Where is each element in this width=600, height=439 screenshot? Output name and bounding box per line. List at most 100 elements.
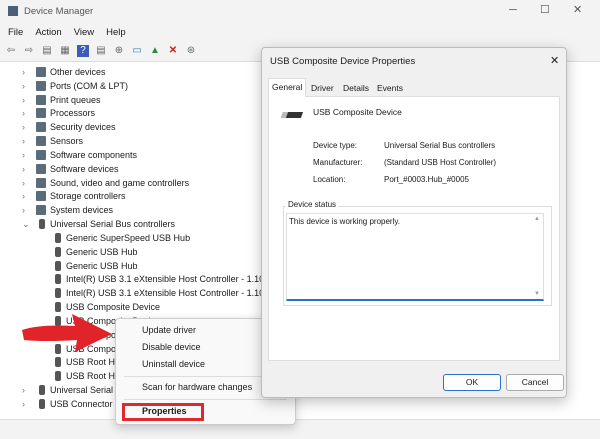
tree-item-label: Intel(R) USB 3.1 eXtensible Host Control…: [66, 288, 265, 299]
device-category-icon: [36, 80, 46, 91]
device-name: USB Composite Device: [313, 107, 402, 117]
tree-item-device[interactable]: Generic SuperSpeed USB Hub: [0, 231, 260, 245]
tree-item-category[interactable]: › System devices: [0, 203, 260, 217]
expand-icon[interactable]: ›: [22, 134, 30, 148]
tree-item-category[interactable]: › Software components: [0, 148, 260, 162]
device-category-icon: [36, 163, 46, 174]
forward-icon[interactable]: ⇨: [23, 45, 35, 57]
tree-item-label: Storage controllers: [50, 191, 126, 202]
device-category-icon: [36, 177, 46, 188]
close-icon[interactable]: ✕: [550, 54, 559, 67]
tree-item-category[interactable]: › Security devices: [0, 120, 260, 134]
dialog-title: USB Composite Device Properties: [270, 56, 416, 67]
collapse-icon[interactable]: ⌄: [22, 217, 30, 231]
menu-action[interactable]: Action: [35, 27, 61, 38]
back-icon[interactable]: ⇦: [5, 45, 17, 57]
expand-icon[interactable]: ›: [22, 120, 30, 134]
tree-item-label: USB Connector: [50, 398, 113, 409]
enable-icon[interactable]: ▲: [149, 45, 161, 57]
expand-icon[interactable]: ›: [22, 93, 30, 107]
view-icon[interactable]: ▤: [95, 45, 107, 57]
expand-icon[interactable]: ›: [22, 162, 30, 176]
usb-icon: [39, 219, 45, 230]
tree-item-label: USB Root H: [66, 371, 116, 382]
location-label: Location:: [313, 175, 346, 184]
show-hide-icon[interactable]: ▤: [41, 45, 53, 57]
expand-icon[interactable]: ›: [22, 106, 30, 120]
tree-item-label: Processors: [50, 108, 96, 119]
menu-item-uninstall-device[interactable]: Uninstall device: [142, 359, 205, 369]
tree-item-category[interactable]: › Other devices: [0, 65, 260, 79]
usb-icon: [55, 288, 61, 299]
properties-icon[interactable]: ▦: [59, 45, 71, 57]
device-category-icon: [36, 149, 46, 160]
update-icon[interactable]: ⊛: [185, 45, 197, 57]
usb-icon: [55, 274, 61, 285]
tree-item-device[interactable]: Intel(R) USB 3.1 eXtensible Host Control…: [0, 286, 264, 300]
location-value: Port_#0003.Hub_#0005: [384, 175, 469, 184]
device-category-icon: [36, 191, 46, 202]
device-category-icon: [36, 136, 46, 147]
tree-item-label: Generic USB Hub: [66, 246, 138, 257]
scroll-down-icon[interactable]: ▼: [534, 291, 540, 297]
menu-item-scan-hardware[interactable]: Scan for hardware changes: [142, 382, 252, 392]
scroll-up-icon[interactable]: ▲: [534, 216, 540, 222]
help-icon[interactable]: ?: [77, 44, 89, 57]
tree-item-category[interactable]: › Sound, video and game controllers: [0, 176, 260, 190]
tree-item-label: Sensors: [50, 136, 84, 147]
tree-item-category[interactable]: › Print queues: [0, 93, 260, 107]
expand-icon[interactable]: ›: [22, 397, 30, 411]
device-status-textbox[interactable]: This device is working properly. ▲ ▼: [286, 213, 544, 301]
maximize-button[interactable]: ☐: [540, 3, 550, 16]
tab-driver[interactable]: Driver: [308, 80, 337, 96]
tree-item-category[interactable]: › Ports (COM & LPT): [0, 79, 260, 93]
tree-item-label: Security devices: [50, 122, 116, 133]
device-category-icon: [36, 108, 46, 119]
device-type-label: Device type:: [313, 141, 358, 150]
cancel-button[interactable]: Cancel: [506, 374, 564, 391]
expand-icon[interactable]: ›: [22, 189, 30, 203]
tree-item-label: Software devices: [50, 163, 119, 174]
expand-icon[interactable]: ›: [22, 203, 30, 217]
menu-item-update-driver[interactable]: Update driver: [142, 325, 196, 335]
tree-item-device[interactable]: Generic USB Hub: [0, 245, 260, 259]
usb-icon: [39, 385, 45, 396]
menu-file[interactable]: File: [8, 27, 23, 38]
close-button[interactable]: ✕: [573, 3, 582, 16]
tree-item-label: Universal Serial Bus controllers: [50, 219, 176, 230]
tree-item-device[interactable]: Intel(R) USB 3.1 eXtensible Host Control…: [0, 272, 264, 286]
expand-icon[interactable]: ›: [22, 148, 30, 162]
device-category-icon: [36, 122, 46, 133]
tree-item-device[interactable]: Generic USB Hub: [0, 259, 260, 273]
expand-icon[interactable]: ›: [22, 383, 30, 397]
tree-item-category[interactable]: › Sensors: [0, 134, 260, 148]
menu-help[interactable]: Help: [106, 27, 126, 38]
tree-item-category[interactable]: ⌄ Universal Serial Bus controllers: [0, 217, 260, 231]
menu-item-properties[interactable]: Properties: [142, 406, 187, 416]
tree-item-category[interactable]: › Storage controllers: [0, 189, 260, 203]
menu-item-disable-device[interactable]: Disable device: [142, 342, 201, 352]
scan-icon[interactable]: ⊕: [113, 45, 125, 57]
tab-details[interactable]: Details: [340, 80, 372, 96]
expand-icon[interactable]: ›: [22, 176, 30, 190]
tab-general[interactable]: General: [268, 78, 307, 97]
monitor-icon[interactable]: ▭: [131, 45, 143, 57]
usb-icon: [39, 398, 45, 409]
device-manager-icon: [8, 6, 18, 16]
device-category-icon: [36, 67, 46, 77]
menu-view[interactable]: View: [74, 27, 94, 38]
tab-events[interactable]: Events: [374, 80, 406, 96]
expand-icon[interactable]: ›: [22, 65, 30, 79]
uninstall-icon[interactable]: ✕: [167, 45, 179, 57]
usb-icon: [55, 246, 61, 257]
ok-button[interactable]: OK: [443, 374, 501, 391]
usb-icon: [55, 357, 61, 368]
manufacturer-value: (Standard USB Host Controller): [384, 158, 497, 167]
device-category-icon: [36, 94, 46, 105]
device-type-value: Universal Serial Bus controllers: [384, 141, 496, 150]
tree-item-category[interactable]: › Processors: [0, 106, 260, 120]
tree-item-category[interactable]: › Software devices: [0, 162, 260, 176]
minimize-button[interactable]: ─: [509, 4, 517, 16]
expand-icon[interactable]: ›: [22, 79, 30, 93]
tree-item-label: Universal Serial: [50, 385, 114, 396]
